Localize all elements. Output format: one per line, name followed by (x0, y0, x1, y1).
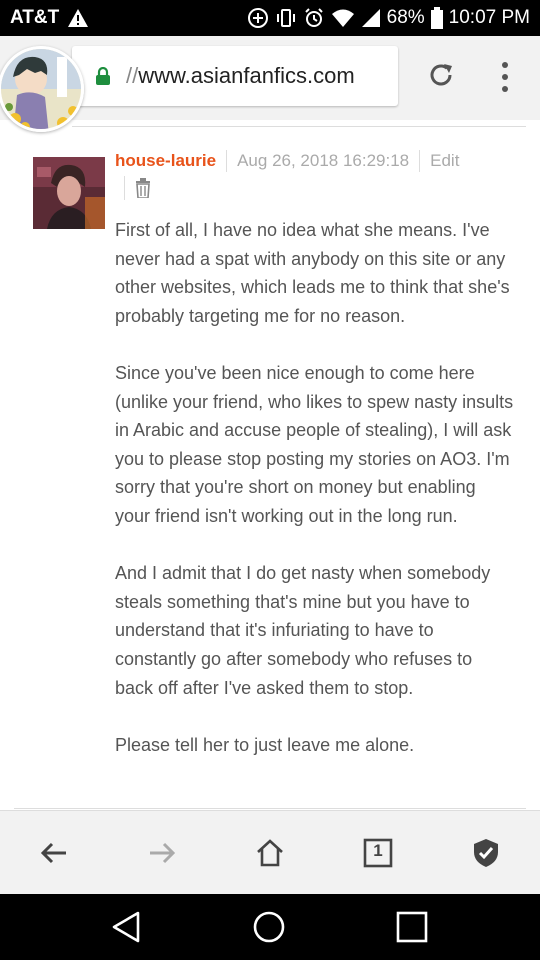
meta-separator (226, 150, 228, 172)
meta-separator (419, 150, 421, 172)
divider (72, 126, 526, 127)
wifi-icon (331, 9, 354, 27)
divider (14, 808, 526, 809)
data-saver-icon (247, 8, 268, 28)
system-nav-bar (0, 894, 540, 960)
lock-icon (96, 67, 110, 85)
tab-count: 1 (373, 841, 383, 860)
comment-actions (124, 176, 151, 200)
comment-paragraph: Please tell her to just leave me alone. (115, 734, 415, 755)
comment-author[interactable]: house-laurie (115, 151, 216, 171)
trash-icon[interactable] (135, 178, 151, 198)
nav-home-icon[interactable] (252, 910, 286, 944)
back-arrow-icon[interactable] (38, 837, 70, 869)
status-bar: AT&T 68% 10:07 PM (0, 0, 540, 36)
address-bar[interactable]: //www.asianfanfics.com (72, 46, 398, 106)
alarm-icon (304, 8, 323, 27)
vibrate-icon (276, 9, 295, 27)
meta-separator (124, 176, 125, 200)
signal-icon (361, 9, 380, 27)
url-scheme: // (126, 63, 139, 88)
home-icon[interactable] (254, 837, 286, 869)
nav-back-icon[interactable] (110, 910, 144, 944)
browser-bottom-toolbar: 1 (0, 810, 540, 894)
clock: 10:07 PM (448, 7, 530, 28)
tab-switcher-button[interactable]: 1 (362, 837, 394, 869)
comment-paragraph: Since you've been nice enough to come he… (115, 362, 514, 526)
warning-icon (68, 9, 89, 27)
comment-paragraph: First of all, I have no idea what she me… (115, 220, 510, 326)
browser-toolbar: //www.asianfanfics.com (0, 36, 540, 132)
nav-recents-icon[interactable] (395, 910, 429, 944)
comment-paragraph: And I admit that I do get nasty when som… (115, 563, 491, 698)
forward-arrow-icon[interactable] (146, 837, 178, 869)
comment-author-avatar[interactable] (33, 157, 105, 229)
profile-avatar[interactable] (0, 46, 84, 132)
shield-check-icon[interactable] (470, 837, 502, 869)
comment-timestamp: Aug 26, 2018 16:29:18 (237, 151, 410, 170)
url-domain: www.asianfanfics.com (138, 63, 355, 88)
comment-meta: house-laurie Aug 26, 2018 16:29:18 Edit (115, 150, 459, 172)
comment-body: First of all, I have no idea what she me… (115, 216, 515, 788)
page-content: house-laurie Aug 26, 2018 16:29:18 Edit … (0, 120, 540, 810)
edit-link[interactable]: Edit (430, 151, 459, 171)
overflow-menu-icon[interactable] (494, 60, 516, 94)
battery-percent: 68% (386, 7, 425, 28)
reload-icon[interactable] (426, 60, 456, 90)
battery-icon (430, 7, 443, 29)
url-text: //www.asianfanfics.com (126, 63, 355, 89)
carrier-label: AT&T (10, 7, 60, 28)
